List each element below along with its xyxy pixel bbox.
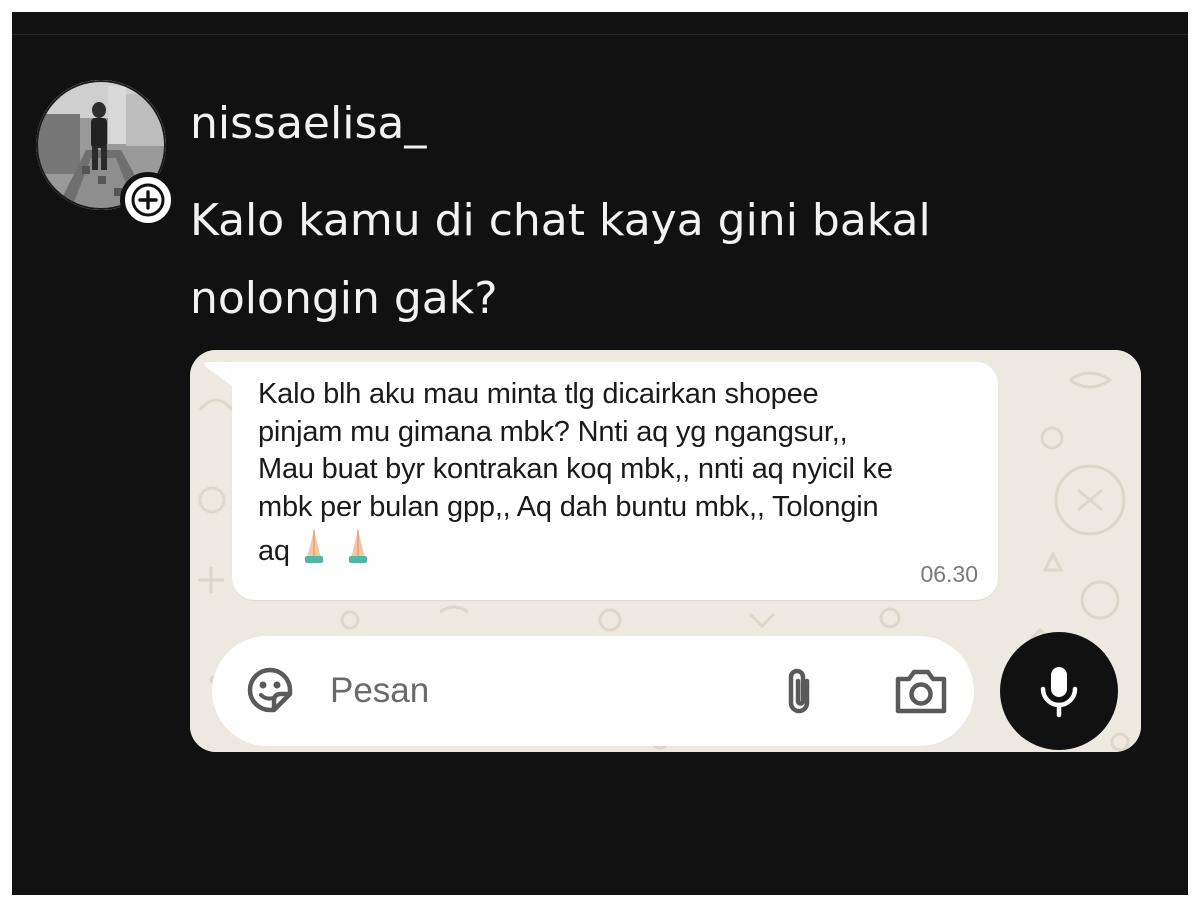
incoming-message-bubble[interactable]: Kalo blh aku mau minta tlg dicairkan sho… [232,362,998,600]
post-card: nissaelisa_ Kalo kamu di chat kaya gini … [12,12,1188,895]
message-line: Kalo blh aku mau minta tlg dicairkan sho… [258,378,819,410]
message-input-placeholder[interactable]: Pesan [330,670,429,712]
plus-icon [131,183,165,217]
message-input-bar[interactable]: Pesan [212,636,974,746]
message-line: Mau buat byr kontrakan koq mbk,, nnti aq… [258,453,893,485]
message-line: mbk per bulan gpp,, Aq dah buntu mbk,, T… [258,490,879,523]
chat-screenshot: Kalo blh aku mau minta tlg dicairkan sho… [190,350,1141,752]
username[interactable]: nissaelisa_ [190,94,426,154]
message-timestamp: 06.30 [920,561,978,587]
praying-hands-icon [304,530,367,563]
message-text: Kalo blh aku mau minta tlg dicairkan sho… [258,376,978,577]
message-line-end: aq [258,535,290,567]
sticker-icon[interactable] [242,662,298,722]
post-caption: Kalo kamu di chat kaya gini bakal nolong… [190,195,931,324]
follow-add-button[interactable] [120,172,176,228]
praying-hands-emoji [296,526,376,577]
header-divider [12,34,1188,35]
message-line: pinjam mu gimana mbk? Nnti aq yg ngangsu… [258,415,848,448]
image-border [12,895,1188,908]
paperclip-icon[interactable] [777,663,821,723]
camera-icon[interactable] [892,665,950,721]
voice-record-button[interactable] [1000,632,1118,750]
message-line: aq [258,526,978,577]
microphone-icon [1040,667,1078,718]
